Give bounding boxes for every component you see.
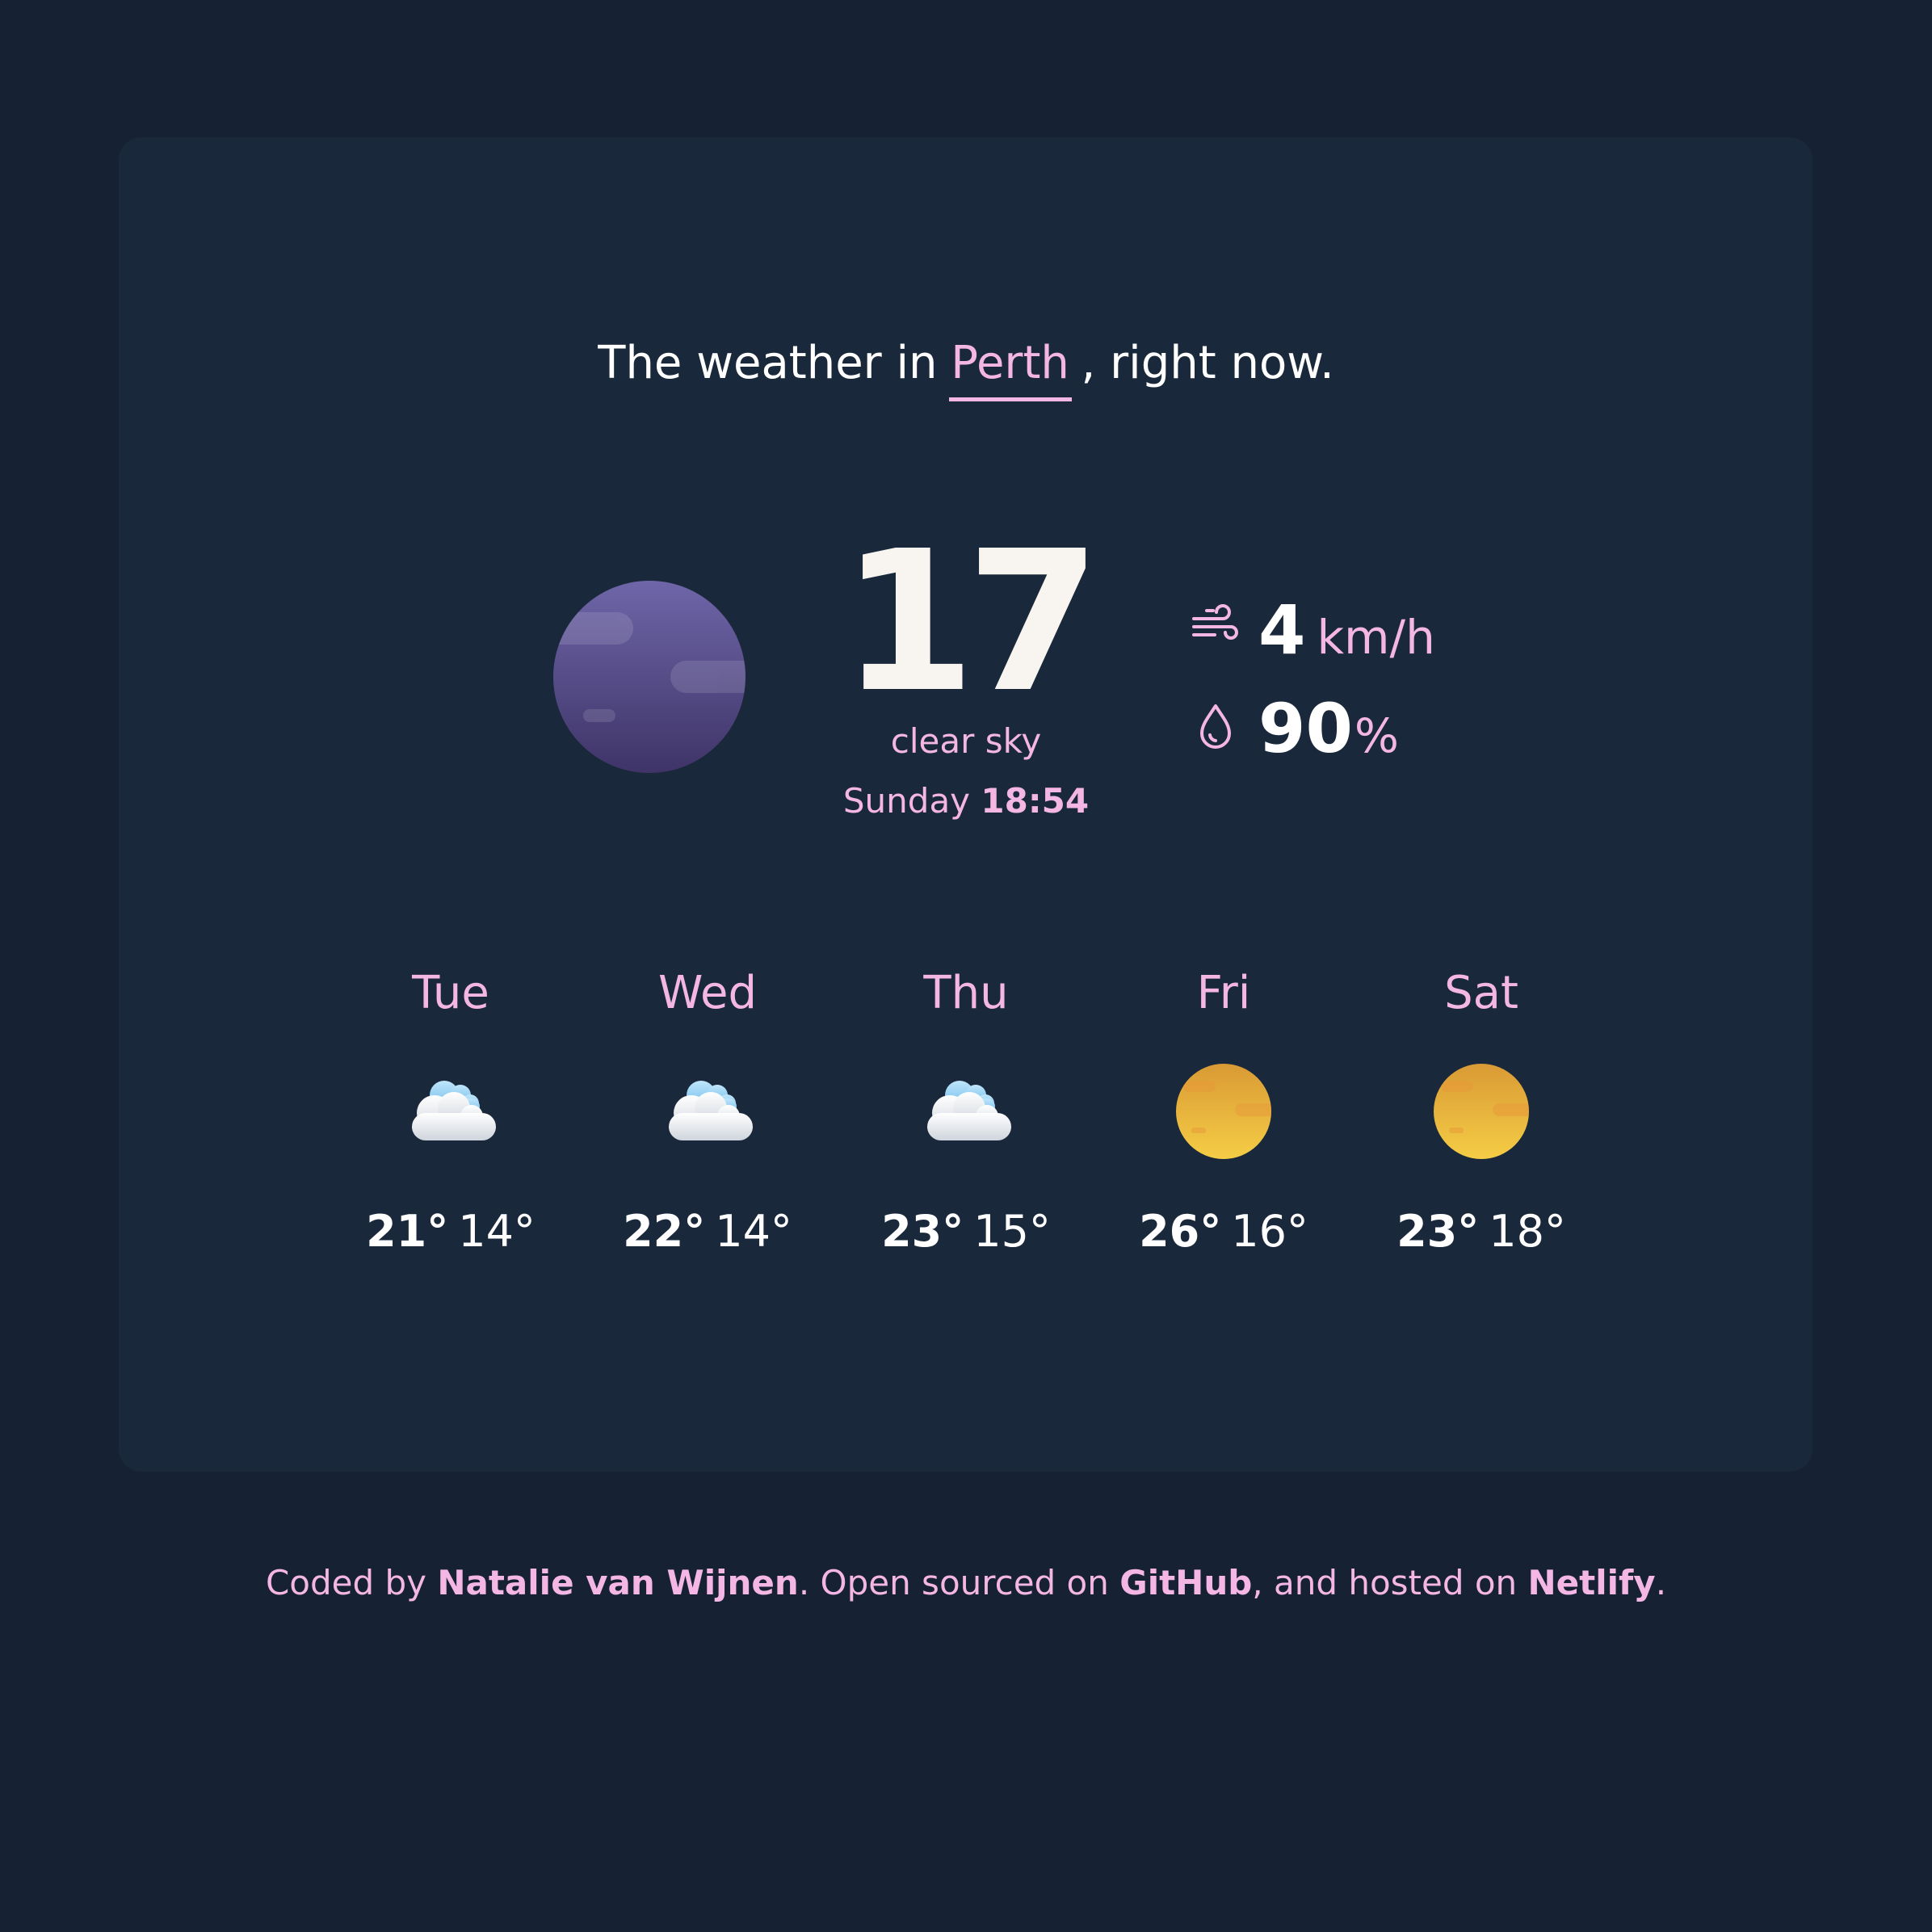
headline-prefix: The weather in (598, 337, 938, 389)
humidity-percent: 90 (1258, 689, 1353, 768)
footer-text: . (1655, 1563, 1667, 1602)
humidity-value: 90% (1258, 688, 1399, 776)
wind-speed: 4 (1258, 590, 1306, 670)
forecast-day: Sat 23° 18° (1360, 961, 1602, 1284)
forecast-day-name: Tue (412, 967, 489, 1019)
forecast-day: Tue 21° 14° (330, 961, 572, 1284)
weather-description: clear sky (890, 721, 1042, 761)
forecast-temps: 23° 15° (845, 1203, 1087, 1260)
forecast-low: 14° (715, 1206, 792, 1257)
netlify-link[interactable]: Netlify (1528, 1563, 1656, 1602)
forecast-high: 23° (1396, 1206, 1480, 1257)
moon-night-icon (552, 580, 746, 774)
forecast-high: 22° (623, 1206, 706, 1257)
current-day: Sunday (842, 781, 971, 821)
current-time: 18:54 (981, 781, 1090, 821)
forecast-temps: 22° 14° (586, 1203, 829, 1260)
forecast-day: Fri 26° 16° (1102, 961, 1345, 1284)
wind-icon (1191, 601, 1241, 651)
sun-icon (1433, 1063, 1530, 1160)
forecast-temps: 23° 18° (1360, 1203, 1602, 1260)
footer-text: . Open sourced on (798, 1563, 1120, 1602)
wind-value: 4 km/h (1258, 590, 1435, 678)
forecast-high: 23° (881, 1206, 964, 1257)
forecast-day-name: Fri (1196, 967, 1251, 1019)
current-temperature: 17 (841, 509, 1101, 735)
sun-icon (1175, 1063, 1272, 1160)
forecast-temps: 21° 14° (330, 1203, 572, 1260)
forecast-temps: 26° 16° (1102, 1203, 1345, 1260)
forecast-low: 14° (458, 1206, 536, 1257)
headline-suffix: , right now. (1081, 337, 1334, 389)
cloud-icon (402, 1063, 499, 1160)
humidity-unit: % (1354, 708, 1400, 763)
forecast-low: 18° (1489, 1206, 1566, 1257)
author-link[interactable]: Natalie van Wijnen (437, 1563, 798, 1602)
city-input[interactable] (948, 336, 1072, 401)
droplet-icon (1191, 701, 1241, 751)
cloud-icon (659, 1063, 756, 1160)
wind-unit: km/h (1317, 610, 1435, 665)
headline: The weather in , right now. (0, 331, 1932, 401)
forecast-day: Wed 22° 14° (586, 961, 829, 1284)
forecast-high: 21° (366, 1206, 449, 1257)
page: The weather in, right now. 17 clear sky … (0, 0, 1932, 1932)
footer-text: , and hosted on (1252, 1563, 1528, 1602)
forecast-day-name: Thu (923, 967, 1009, 1019)
current-datetime: Sunday 18:54 (775, 777, 1157, 825)
forecast-low: 15° (973, 1206, 1051, 1257)
forecast-day-name: Wed (657, 967, 758, 1019)
forecast-low: 16° (1231, 1206, 1308, 1257)
footer-text: Coded by (265, 1563, 438, 1602)
footer: Coded by Natalie van Wijnen. Open source… (0, 1555, 1932, 1611)
cloud-icon (918, 1063, 1014, 1160)
github-link[interactable]: GitHub (1119, 1563, 1252, 1602)
forecast-day: Thu 23° 15° (845, 961, 1087, 1284)
forecast-day-name: Sat (1444, 967, 1518, 1019)
forecast-high: 26° (1139, 1206, 1222, 1257)
